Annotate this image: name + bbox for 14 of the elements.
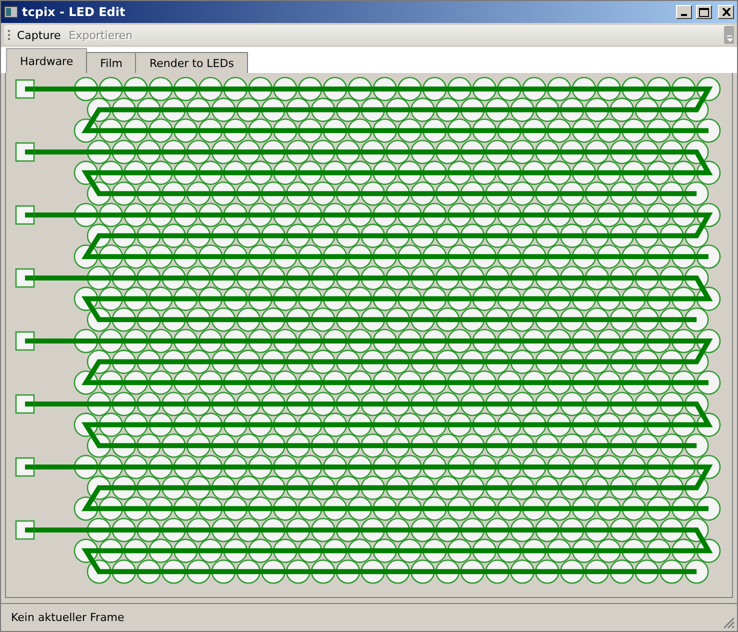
maximize-button[interactable] — [696, 5, 712, 19]
menu-item[interactable]: Capture — [16, 28, 62, 42]
app-icon — [4, 6, 18, 18]
toolbar-grip-icon[interactable] — [7, 29, 10, 41]
close-icon — [722, 8, 730, 16]
tab[interactable]: Hardware — [6, 48, 88, 73]
close-button[interactable] — [718, 5, 734, 19]
tab[interactable]: Render to LEDs — [135, 52, 248, 73]
window-title: tcpix - LED Edit — [22, 5, 126, 19]
resize-grip-icon[interactable] — [723, 617, 735, 629]
maximize-icon — [699, 8, 709, 16]
minimize-button[interactable] — [676, 5, 692, 19]
tab[interactable]: Film — [86, 52, 136, 73]
status-text: Kein aktueller Frame — [11, 611, 124, 624]
